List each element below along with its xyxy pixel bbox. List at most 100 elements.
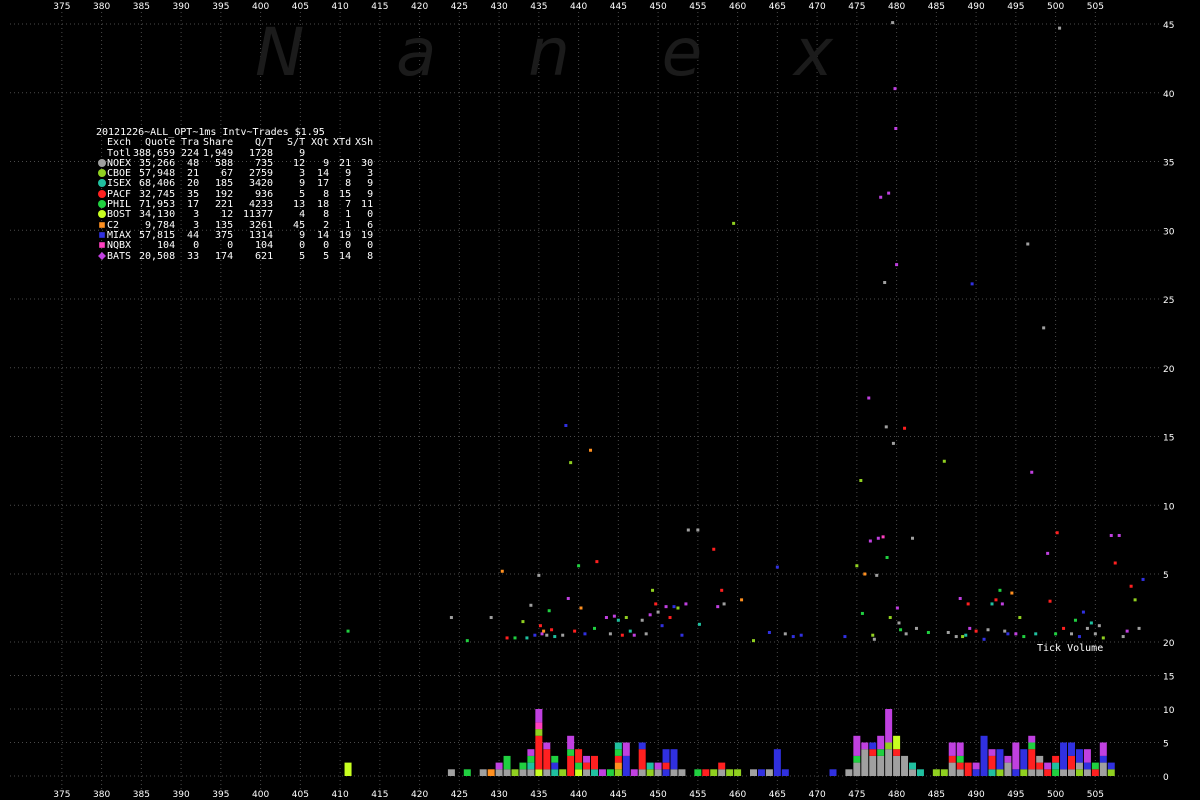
volume-bar-segment: [710, 769, 718, 776]
volume-bar-segment: [956, 755, 964, 763]
trade-point: [583, 632, 587, 636]
trade-point: [1089, 621, 1093, 625]
x-tick-label-bottom: 485: [928, 790, 945, 800]
volume-bar-segment: [575, 769, 583, 776]
stats-exchange-row: NQBX 104 0 0 104 0 0 0 0: [96, 240, 373, 251]
trade-point: [1097, 624, 1101, 628]
watermark-letter: e: [661, 14, 705, 91]
trade-point: [686, 528, 690, 532]
volume-bar-segment: [622, 755, 630, 776]
x-tick-label-top: 385: [133, 2, 150, 12]
volume-bar-segment: [567, 755, 575, 776]
volume-bar-segment: [1068, 755, 1075, 770]
volume-bar-segment: [948, 755, 956, 763]
volume-bar-segment: [861, 742, 869, 750]
y-tick-label: 20: [1163, 365, 1175, 375]
volume-bar-segment: [1036, 769, 1044, 776]
x-tick-label-bottom: 435: [530, 790, 547, 800]
volume-bar-segment: [1012, 742, 1020, 770]
nanex-watermark: N a n e x: [255, 14, 835, 94]
x-tick-label-bottom: 455: [689, 790, 706, 800]
trade-point: [1054, 632, 1058, 636]
trade-point: [697, 622, 701, 626]
y-tick-label: 20: [1163, 639, 1175, 649]
volume-bar-segment: [583, 762, 591, 770]
volume-bar-segment: [583, 769, 591, 776]
trade-point: [1014, 632, 1018, 636]
trade-point: [895, 606, 899, 610]
trade-point: [545, 633, 549, 637]
trade-point: [550, 628, 554, 632]
volume-bar-segment: [344, 762, 352, 776]
x-tick-label-bottom: 470: [809, 790, 826, 800]
trade-point: [595, 560, 599, 564]
volume-bar-segment: [503, 769, 511, 776]
y-tick-label: 35: [1163, 159, 1174, 169]
volume-bar-segment: [773, 749, 781, 776]
x-tick-label-bottom: 465: [769, 790, 786, 800]
volume-bar-segment: [877, 755, 885, 776]
trade-point: [513, 636, 517, 640]
stats-cell: 14: [339, 250, 352, 262]
stats-cell: 33: [187, 250, 200, 262]
x-tick-label-top: 420: [411, 2, 428, 12]
volume-bar-segment: [996, 769, 1004, 776]
x-tick-label-bottom: 495: [1007, 790, 1024, 800]
volume-bar-segment: [1052, 755, 1060, 763]
circle-marker-icon: [98, 169, 106, 178]
trade-point: [885, 556, 889, 559]
volume-bar-segment: [662, 749, 670, 763]
trade-point: [1125, 629, 1129, 633]
x-tick-label-top: 450: [650, 2, 667, 12]
volume-bar-segment: [1107, 762, 1115, 770]
trade-point: [1101, 636, 1105, 640]
volume-bar-segment: [511, 769, 519, 776]
volume-bar-segment: [845, 769, 853, 776]
volume-bar-segment: [980, 735, 988, 776]
volume-bar-segment: [901, 755, 909, 776]
trade-point: [1109, 534, 1113, 537]
volume-bar-segment: [861, 749, 869, 776]
volume-bar-segment: [909, 762, 916, 770]
trade-point: [888, 616, 892, 620]
exchange-stats-panel: 20121226~ALL_OPT~1ms Intv~Trades $1.95 E…: [96, 127, 373, 262]
stats-exchange-row: ISEX 68,406 20 185 3420 9 17 8 9: [96, 179, 373, 189]
trade-point: [561, 633, 565, 637]
trade-point: [958, 596, 962, 600]
x-tick-label-top: 430: [491, 2, 508, 12]
volume-bar-segment: [535, 722, 543, 730]
trade-point: [624, 616, 628, 620]
trade-point: [500, 569, 504, 573]
volume-bar-segment: [853, 762, 861, 776]
trade-scatter-points: [346, 21, 1145, 643]
trade-point: [593, 626, 596, 630]
volume-bar-segment: [1036, 755, 1044, 763]
trade-point: [863, 572, 867, 576]
y-axis-labels: 5 10 15 20 25 30 35 40 45 0 5 10 15 20: [1163, 21, 1175, 783]
x-tick-label-top: 400: [252, 2, 269, 12]
x-tick-label-bottom: 500: [1047, 790, 1064, 800]
x-tick-label-top: 500: [1047, 2, 1064, 12]
volume-bar-segment: [543, 742, 551, 750]
x-tick-label-bottom: 415: [371, 790, 388, 800]
volume-bar-segment: [495, 762, 503, 770]
x-tick-label-top: 435: [530, 2, 547, 12]
trade-point: [632, 633, 636, 637]
y-tick-label: 30: [1163, 227, 1175, 237]
volume-bar-segment: [487, 769, 495, 776]
watermark-letter: n: [528, 14, 572, 91]
volume-bar-segment: [646, 769, 654, 776]
volume-bar-segment: [948, 762, 956, 776]
volume-bar-segment: [551, 769, 559, 776]
trade-point: [1058, 26, 1062, 30]
trade-point: [791, 635, 795, 639]
volume-bar-segment: [877, 749, 885, 756]
stats-cell: XQt: [311, 137, 330, 149]
tick-volume-bars: [344, 709, 1115, 776]
trade-point: [656, 610, 660, 614]
volume-bar-segment: [885, 709, 893, 743]
x-tick-label-top: 415: [371, 2, 388, 12]
tick-volume-label: Tick Volume: [1037, 643, 1103, 654]
square-marker-icon: [99, 242, 105, 249]
trade-point: [876, 536, 880, 540]
